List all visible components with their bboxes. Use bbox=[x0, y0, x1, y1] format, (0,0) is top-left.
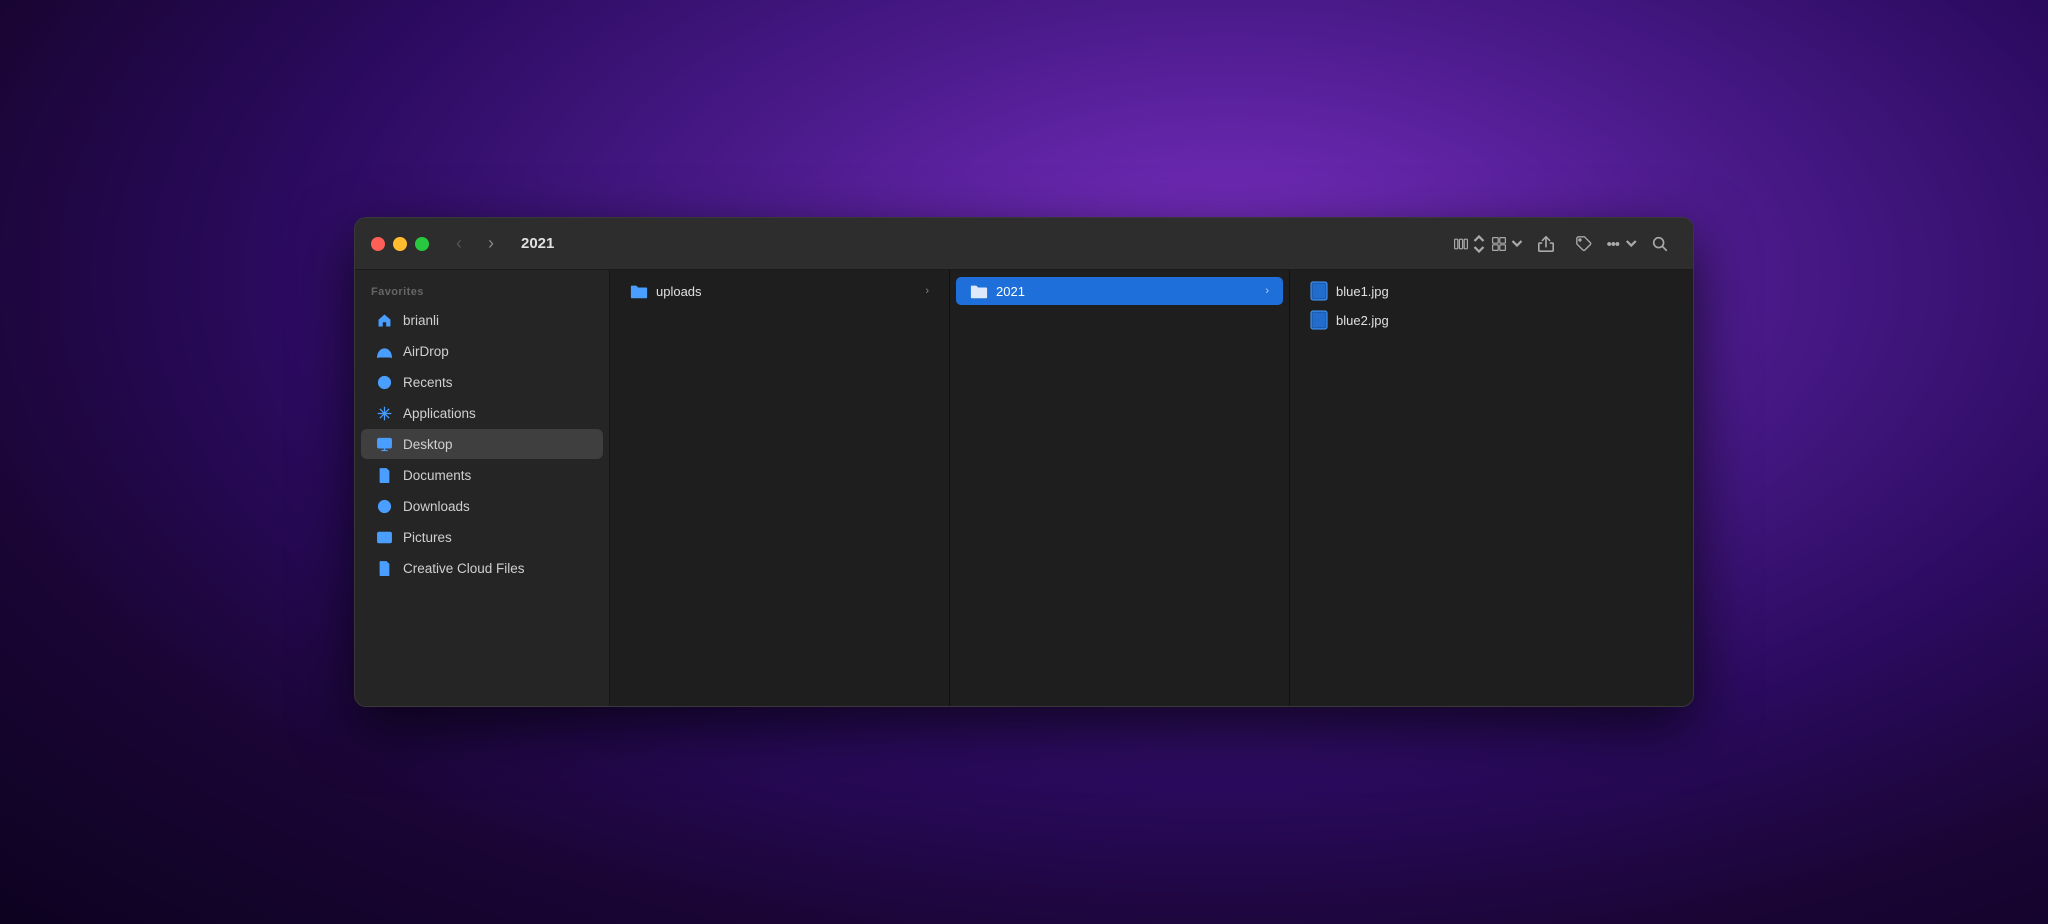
folder-icon bbox=[630, 282, 648, 300]
column-1: uploads › bbox=[610, 270, 950, 706]
sidebar-item-desktop[interactable]: Desktop bbox=[361, 429, 603, 459]
column-item-blue2[interactable]: blue2.jpg bbox=[1296, 306, 1687, 334]
search-button[interactable] bbox=[1643, 227, 1677, 261]
sidebar-item-applications[interactable]: Applications bbox=[361, 398, 603, 428]
nav-buttons: ‹ › bbox=[445, 230, 505, 258]
grid-view-button[interactable] bbox=[1491, 227, 1525, 261]
titlebar: ‹ › 2021 bbox=[355, 218, 1693, 270]
main-content: Favorites brianli bbox=[355, 270, 1693, 706]
chevron-updown-icon bbox=[1471, 235, 1487, 253]
sidebar-item-recents-label: Recents bbox=[403, 375, 453, 390]
2021-chevron: › bbox=[1265, 285, 1269, 297]
sidebar-item-brianli[interactable]: brianli bbox=[361, 305, 603, 335]
chevron-down-2-icon bbox=[1623, 235, 1640, 253]
column-item-2021[interactable]: 2021 › bbox=[956, 277, 1283, 305]
downloads-icon bbox=[375, 497, 393, 515]
sidebar-item-downloads-label: Downloads bbox=[403, 499, 470, 514]
sidebar-item-applications-label: Applications bbox=[403, 406, 476, 421]
blue2-label: blue2.jpg bbox=[1336, 313, 1673, 328]
back-button[interactable]: ‹ bbox=[445, 230, 473, 258]
documents-icon bbox=[375, 466, 393, 484]
uploads-chevron: › bbox=[925, 285, 929, 297]
column-item-uploads[interactable]: uploads › bbox=[616, 277, 943, 305]
sidebar-item-creative-cloud[interactable]: Creative Cloud Files bbox=[361, 553, 603, 583]
sidebar-item-pictures-label: Pictures bbox=[403, 530, 452, 545]
favorites-label: Favorites bbox=[355, 282, 609, 304]
folder-2021-icon bbox=[970, 282, 988, 300]
tag-button[interactable] bbox=[1567, 227, 1601, 261]
sidebar-item-downloads[interactable]: Downloads bbox=[361, 491, 603, 521]
finder-window: ‹ › 2021 bbox=[354, 217, 1694, 707]
2021-label: 2021 bbox=[996, 284, 1257, 299]
creative-cloud-icon bbox=[375, 559, 393, 577]
toolbar-right bbox=[1453, 227, 1677, 261]
home-icon bbox=[375, 311, 393, 329]
window-controls bbox=[371, 237, 429, 251]
blue2-file-icon bbox=[1310, 311, 1328, 329]
columns-area: uploads › 2021 › bbox=[610, 270, 1693, 706]
forward-button[interactable]: › bbox=[477, 230, 505, 258]
window-title: 2021 bbox=[521, 235, 554, 252]
sidebar-item-airdrop[interactable]: AirDrop bbox=[361, 336, 603, 366]
sidebar-item-brianli-label: brianli bbox=[403, 313, 439, 328]
pictures-icon bbox=[375, 528, 393, 546]
applications-icon bbox=[375, 404, 393, 422]
blue1-label: blue1.jpg bbox=[1336, 284, 1673, 299]
minimize-button[interactable] bbox=[393, 237, 407, 251]
airdrop-icon bbox=[375, 342, 393, 360]
sidebar-item-recents[interactable]: Recents bbox=[361, 367, 603, 397]
sidebar-item-pictures[interactable]: Pictures bbox=[361, 522, 603, 552]
share-icon bbox=[1537, 235, 1555, 253]
sidebar-item-documents[interactable]: Documents bbox=[361, 460, 603, 490]
sidebar-item-airdrop-label: AirDrop bbox=[403, 344, 449, 359]
sidebar-item-documents-label: Documents bbox=[403, 468, 471, 483]
grid-icon bbox=[1491, 235, 1507, 253]
desktop-icon bbox=[375, 435, 393, 453]
chevron-down-icon bbox=[1509, 235, 1525, 253]
columns-icon bbox=[1453, 235, 1469, 253]
sidebar-item-desktop-label: Desktop bbox=[403, 437, 453, 452]
column-item-blue1[interactable]: blue1.jpg bbox=[1296, 277, 1687, 305]
column-2: 2021 › bbox=[950, 270, 1290, 706]
search-icon bbox=[1651, 235, 1669, 253]
close-button[interactable] bbox=[371, 237, 385, 251]
sidebar: Favorites brianli bbox=[355, 270, 610, 706]
sidebar-item-creative-cloud-label: Creative Cloud Files bbox=[403, 561, 525, 576]
recents-icon bbox=[375, 373, 393, 391]
column-3: blue1.jpg blue2.jpg bbox=[1290, 270, 1693, 706]
more-icon bbox=[1605, 235, 1622, 253]
maximize-button[interactable] bbox=[415, 237, 429, 251]
uploads-label: uploads bbox=[656, 284, 917, 299]
blue1-file-icon bbox=[1310, 282, 1328, 300]
share-button[interactable] bbox=[1529, 227, 1563, 261]
more-button[interactable] bbox=[1605, 227, 1639, 261]
view-toggle-button[interactable] bbox=[1453, 227, 1487, 261]
tag-icon bbox=[1575, 235, 1593, 253]
